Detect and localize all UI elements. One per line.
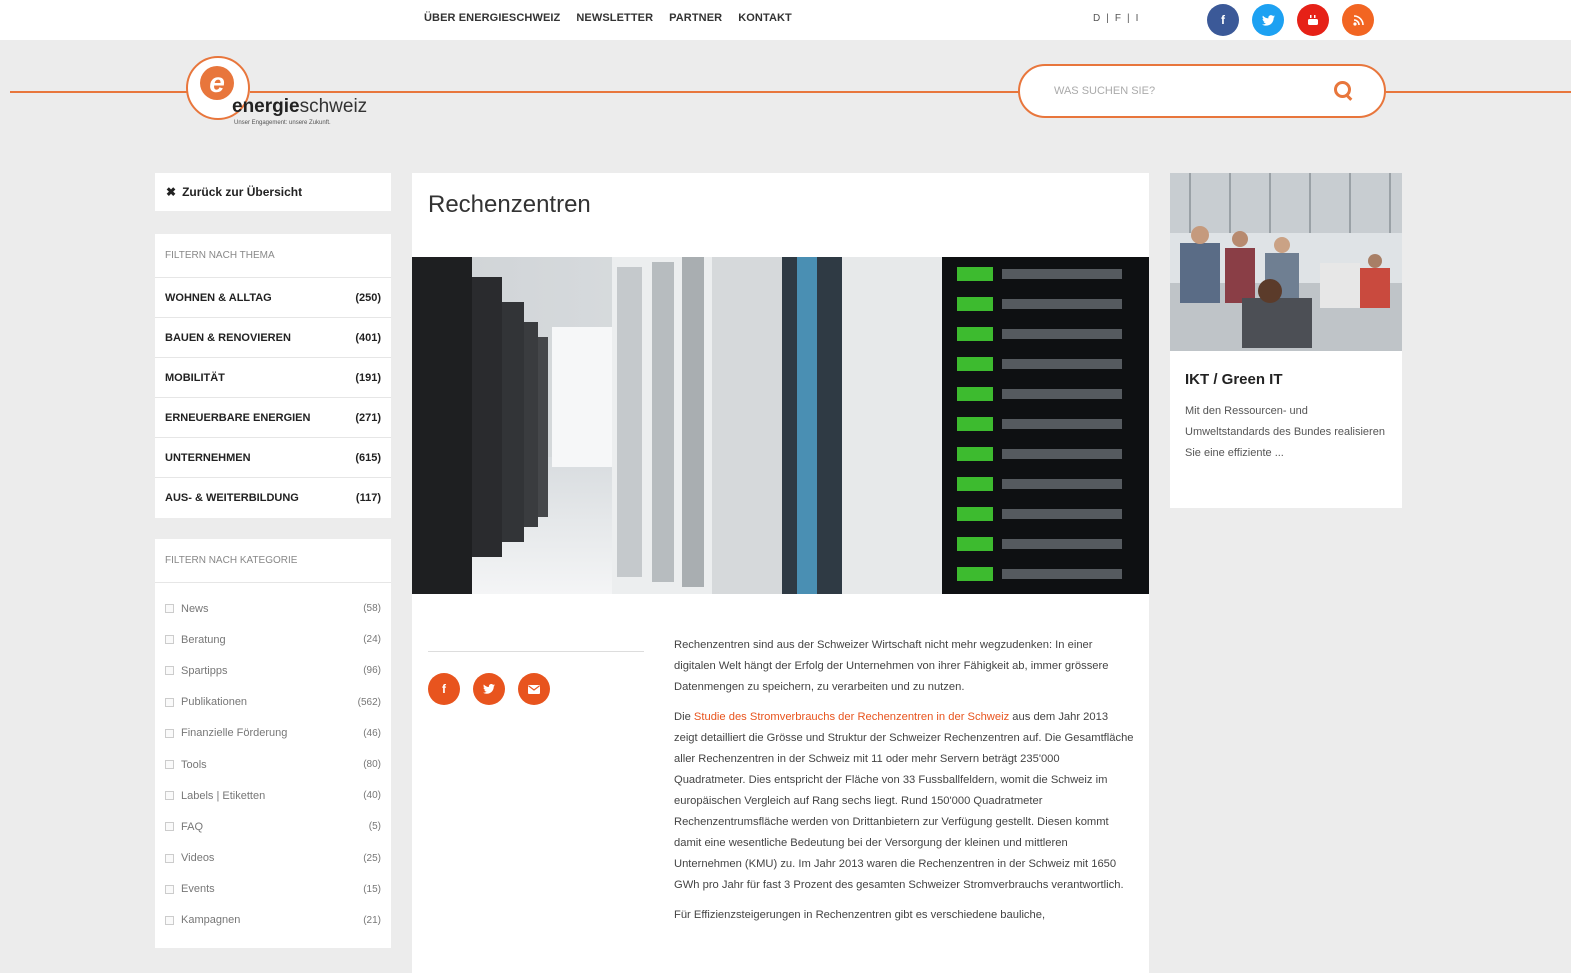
category-filter-item[interactable]: Beratung (24) bbox=[155, 624, 391, 655]
article-paragraph: Für Effizienzsteigerungen in Rechenzentr… bbox=[674, 909, 1046, 921]
theme-filter-panel: FILTERN NACH THEMA WOHNEN & ALLTAG (250) … bbox=[155, 234, 391, 518]
category-filter-item[interactable]: Kampagnen (21) bbox=[155, 905, 391, 936]
search-input[interactable] bbox=[1054, 85, 1332, 97]
checkbox[interactable] bbox=[165, 604, 174, 614]
category-filter-item[interactable]: News (58) bbox=[155, 593, 391, 624]
search-box bbox=[1018, 64, 1386, 118]
search-icon[interactable] bbox=[1332, 80, 1354, 102]
share-divider bbox=[428, 651, 644, 652]
category-filter-item[interactable]: Tools (80) bbox=[155, 749, 391, 780]
lang-fr[interactable]: F bbox=[1115, 13, 1121, 24]
checkbox[interactable] bbox=[165, 915, 174, 925]
lang-separator: | bbox=[1126, 13, 1130, 24]
checkbox[interactable] bbox=[165, 822, 174, 832]
theme-filter-item[interactable]: MOBILITÄT (191) bbox=[155, 358, 391, 398]
checkbox[interactable] bbox=[165, 666, 174, 676]
checkbox[interactable] bbox=[165, 853, 174, 863]
twitter-icon[interactable] bbox=[1252, 4, 1284, 36]
header-line-right bbox=[1386, 91, 1571, 93]
office-image bbox=[1170, 173, 1402, 351]
top-navigation: ÜBER ENERGIESCHWEIZ NEWSLETTER PARTNER K… bbox=[424, 12, 792, 24]
related-card[interactable]: IKT / Green IT Mit den Ressourcen- und U… bbox=[1170, 173, 1402, 508]
article-paragraph: Rechenzentren sind aus der Schweizer Wir… bbox=[674, 639, 1109, 693]
back-to-overview-link[interactable]: ✖ Zurück zur Übersicht bbox=[155, 173, 391, 211]
category-filter-item[interactable]: Events (15) bbox=[155, 874, 391, 905]
article-paragraph: Die Studie des Stromverbrauchs der Reche… bbox=[674, 711, 1134, 891]
checkbox[interactable] bbox=[165, 635, 174, 645]
category-filter-heading: FILTERN NACH KATEGORIE bbox=[155, 539, 391, 583]
datacenter-image bbox=[412, 257, 1149, 594]
category-filter-item[interactable]: Publikationen (562) bbox=[155, 687, 391, 718]
category-filter-item[interactable]: Finanzielle Förderung (46) bbox=[155, 718, 391, 749]
page-title: Rechenzentren bbox=[428, 191, 591, 218]
lang-separator: | bbox=[1106, 13, 1109, 24]
logo-tagline: Unser Engagement: unsere Zukunft. bbox=[234, 120, 331, 126]
nav-link-partner[interactable]: PARTNER bbox=[669, 12, 722, 24]
lang-it[interactable]: I bbox=[1136, 13, 1139, 24]
theme-filter-item[interactable]: BAUEN & RENOVIEREN (401) bbox=[155, 318, 391, 358]
article-card: Rechenzentren f Rechenzentren sind aus d… bbox=[412, 173, 1149, 973]
checkbox[interactable] bbox=[165, 884, 174, 894]
language-switch: D | F | I bbox=[1093, 13, 1138, 24]
related-card-text: Mit den Ressourcen- und Umweltstandards … bbox=[1185, 405, 1385, 459]
checkbox[interactable] bbox=[165, 728, 174, 738]
category-filter-item[interactable]: FAQ (5) bbox=[155, 811, 391, 842]
theme-filter-item[interactable]: WOHNEN & ALLTAG (250) bbox=[155, 278, 391, 318]
header-line-left bbox=[10, 91, 190, 93]
article-body: Rechenzentren sind aus der Schweizer Wir… bbox=[674, 635, 1134, 935]
related-card-title: IKT / Green IT bbox=[1185, 371, 1283, 388]
share-buttons: f bbox=[428, 673, 550, 705]
rss-icon[interactable] bbox=[1342, 4, 1374, 36]
logo-wordmark: energieschweiz bbox=[232, 96, 368, 117]
lang-de[interactable]: D bbox=[1093, 13, 1100, 24]
mail-icon[interactable] bbox=[518, 673, 550, 705]
category-filter-item[interactable]: Videos (25) bbox=[155, 843, 391, 874]
category-filter-item[interactable]: Labels | Etiketten (40) bbox=[155, 780, 391, 811]
checkbox[interactable] bbox=[165, 697, 174, 707]
checkbox[interactable] bbox=[165, 791, 174, 801]
theme-filter-item[interactable]: UNTERNEHMEN (615) bbox=[155, 438, 391, 478]
category-filter-panel: FILTERN NACH KATEGORIE News (58) Beratung… bbox=[155, 539, 391, 948]
social-links: f bbox=[1207, 4, 1374, 36]
facebook-icon[interactable]: f bbox=[428, 673, 460, 705]
logo[interactable]: e energieschweiz Unser Engagement: unser… bbox=[186, 56, 386, 136]
nav-link-ueber[interactable]: ÜBER ENERGIESCHWEIZ bbox=[424, 12, 560, 24]
twitter-icon[interactable] bbox=[473, 673, 505, 705]
facebook-icon[interactable]: f bbox=[1207, 4, 1239, 36]
close-icon: ✖ bbox=[166, 185, 177, 199]
theme-filter-item[interactable]: ERNEUERBARE ENERGIEN (271) bbox=[155, 398, 391, 438]
category-list: News (58) Beratung (24) Spartipps (96) Publ… bbox=[155, 583, 391, 936]
back-label: Zurück zur Übersicht bbox=[182, 185, 303, 199]
nav-link-kontakt[interactable]: KONTAKT bbox=[738, 12, 792, 24]
theme-filter-heading: FILTERN NACH THEMA bbox=[155, 234, 391, 278]
category-filter-item[interactable]: Spartipps (96) bbox=[155, 655, 391, 686]
nav-link-newsletter[interactable]: NEWSLETTER bbox=[576, 12, 653, 24]
checkbox[interactable] bbox=[165, 760, 174, 770]
theme-filter-item[interactable]: AUS- & WEITERBILDUNG (117) bbox=[155, 478, 391, 518]
study-link[interactable]: Studie des Stromverbrauchs der Rechenzen… bbox=[694, 711, 1009, 723]
youtube-icon[interactable] bbox=[1297, 4, 1329, 36]
logo-e-icon: e bbox=[200, 66, 234, 100]
